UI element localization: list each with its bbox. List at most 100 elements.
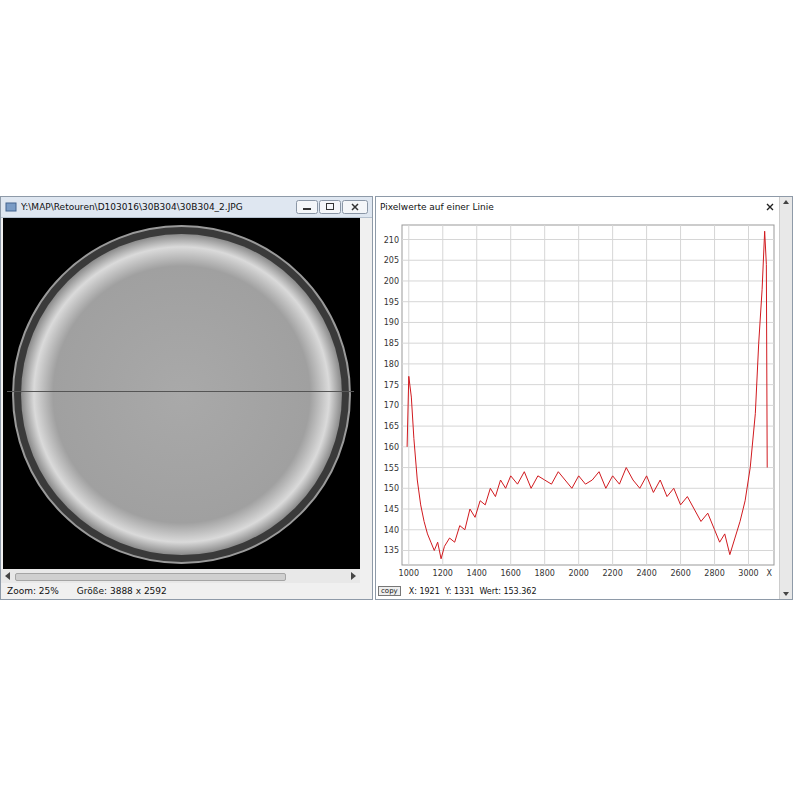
series-segment	[701, 513, 708, 521]
series-segment	[455, 526, 460, 543]
series-segment	[551, 472, 558, 484]
series-segment	[470, 509, 475, 517]
y-tick-label: 170	[384, 401, 399, 410]
series-segment	[475, 501, 480, 518]
series-segment	[745, 468, 750, 501]
series-segment	[766, 264, 768, 467]
series-segment	[409, 376, 412, 397]
series-segment	[450, 538, 455, 542]
x-tick-label: 1200	[433, 569, 453, 578]
series-segment	[694, 509, 701, 521]
series-segment	[495, 480, 500, 497]
profile-line[interactable]	[7, 391, 354, 392]
lens-image	[3, 218, 360, 569]
image-view[interactable]	[3, 218, 360, 569]
series-segment	[501, 480, 506, 488]
series-segment	[667, 488, 674, 496]
profile-main: Pixelwerte auf einer Linie13514014515015…	[376, 197, 779, 599]
y-tick-label: 150	[384, 484, 399, 493]
series-segment	[524, 472, 531, 489]
cursor-readout: X: 1921 Y: 1331 Wert: 153.362	[409, 587, 537, 596]
series-segment	[606, 476, 613, 488]
scroll-left-icon[interactable]	[1, 569, 15, 583]
series-segment	[427, 534, 430, 542]
series-segment	[431, 542, 434, 550]
scroll-track[interactable]	[15, 571, 346, 581]
series-segment	[438, 542, 441, 559]
copy-button[interactable]: copy	[378, 586, 401, 596]
x-tick-label: 1600	[501, 569, 521, 578]
vertical-scrollbar[interactable]	[779, 197, 792, 599]
horizontal-scrollbar[interactable]	[1, 569, 360, 583]
window-title: Y:\MAP\Retouren\D103016\30B304\30B304_2.…	[21, 202, 292, 212]
maximize-icon[interactable]	[319, 200, 341, 214]
y-tick-label: 190	[384, 318, 399, 327]
title-bar: Y:\MAP\Retouren\D103016\30B304\30B304_2.…	[1, 197, 372, 218]
series-segment	[585, 480, 592, 484]
y-tick-label: 160	[384, 443, 399, 452]
x-tick-label: 2200	[602, 569, 622, 578]
series-segment	[485, 488, 490, 505]
line-chart: 1351401451501551601651701751801851901952…	[376, 217, 779, 584]
image-file-icon	[5, 201, 17, 213]
x-tick-label: 3000	[738, 569, 758, 578]
size-label: Größe: 3888 x 2592	[77, 586, 167, 596]
series-segment	[720, 534, 725, 542]
y-tick-label: 145	[384, 505, 399, 514]
close-icon[interactable]	[342, 200, 368, 214]
scroll-thumb[interactable]	[15, 573, 286, 581]
profile-window: Pixelwerte auf einer Linie13514014515015…	[375, 196, 793, 600]
series-segment	[735, 521, 740, 538]
y-tick-label: 135	[384, 546, 399, 555]
x-axis-label: X	[767, 569, 773, 578]
series-segment	[762, 231, 765, 289]
series-segment	[579, 476, 586, 484]
series-segment	[565, 480, 572, 488]
series-segment	[708, 513, 715, 530]
series-segment	[647, 476, 654, 493]
close-icon[interactable]	[765, 202, 775, 212]
profile-body: Pixelwerte auf einer Linie13514014515015…	[376, 197, 792, 599]
y-tick-label: 200	[384, 277, 399, 286]
series-segment	[465, 509, 470, 530]
chart-plot: 1351401451501551601651701751801851901952…	[378, 217, 779, 583]
series-segment	[687, 497, 694, 509]
series-segment	[619, 468, 626, 485]
series-segment	[626, 468, 633, 480]
x-tick-label: 1800	[535, 569, 555, 578]
scroll-right-icon[interactable]	[346, 569, 360, 583]
series-segment	[411, 397, 414, 438]
scroll-up-icon[interactable]	[781, 197, 791, 207]
series-segment	[759, 289, 762, 343]
series-segment	[755, 343, 758, 413]
x-tick-label: 1400	[467, 569, 487, 578]
x-tick-label: 2800	[704, 569, 724, 578]
series-segment	[750, 414, 755, 468]
series-segment	[640, 476, 647, 488]
image-window: Y:\MAP\Retouren\D103016\30B304\30B304_2.…	[0, 196, 373, 600]
y-tick-label: 180	[384, 360, 399, 369]
x-tick-label: 1000	[399, 569, 419, 578]
series-segment	[444, 538, 449, 546]
series-segment	[441, 546, 444, 558]
series-segment	[414, 439, 417, 480]
title-bar: Pixelwerte auf einer Linie	[376, 197, 779, 217]
series-segment	[599, 472, 606, 489]
y-tick-label: 195	[384, 298, 399, 307]
series-segment	[506, 476, 511, 488]
series-segment	[417, 480, 420, 505]
series-segment	[460, 526, 465, 530]
series-segment	[421, 505, 424, 522]
x-tick-label: 2600	[670, 569, 690, 578]
window-row: Y:\MAP\Retouren\D103016\30B304\30B304_2.…	[0, 196, 800, 600]
desktop: Y:\MAP\Retouren\D103016\30B304\30B304_2.…	[0, 0, 800, 800]
y-tick-label: 210	[384, 236, 399, 245]
series-segment	[531, 476, 538, 488]
series-segment	[633, 480, 640, 488]
series-segment	[490, 488, 495, 496]
series-segment	[592, 472, 599, 480]
series-segment	[434, 542, 437, 550]
zoom-label: Zoom: 25%	[7, 586, 59, 596]
scroll-down-icon[interactable]	[781, 589, 791, 599]
minimize-icon[interactable]	[296, 200, 318, 214]
